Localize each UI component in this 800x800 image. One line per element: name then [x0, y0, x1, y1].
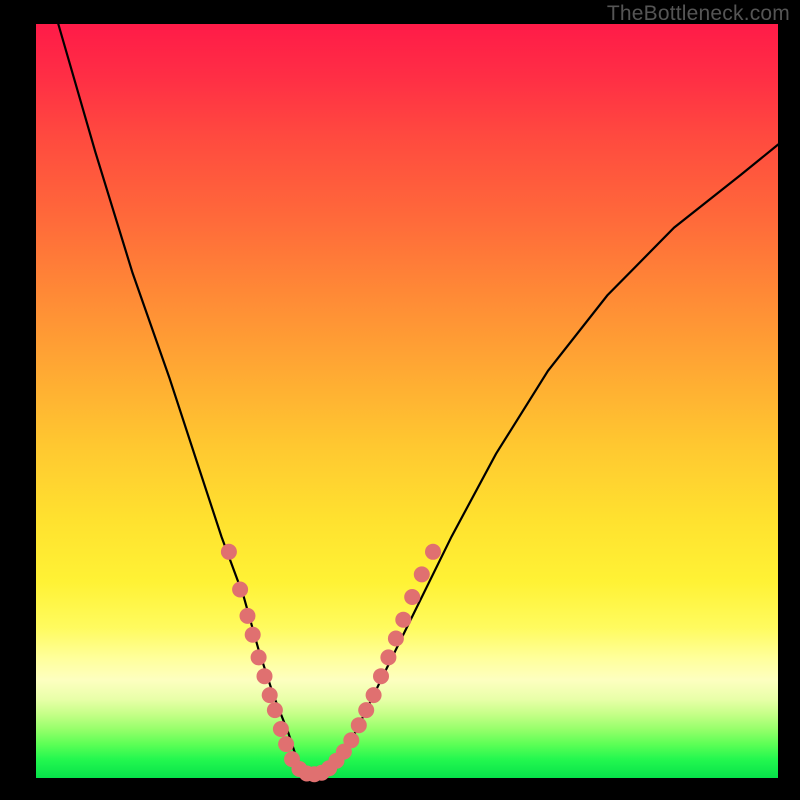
highlight-dot [414, 566, 430, 582]
plot-area [36, 24, 778, 778]
app-frame: TheBottleneck.com [0, 0, 800, 800]
highlight-dot [343, 732, 359, 748]
highlight-dot [358, 702, 374, 718]
highlight-dot [278, 736, 294, 752]
bottleneck-curve-path [58, 24, 778, 774]
highlight-dot [245, 627, 261, 643]
highlight-dot [273, 721, 289, 737]
highlight-dot [404, 589, 420, 605]
highlight-dot [257, 668, 273, 684]
highlight-dot [251, 649, 267, 665]
highlight-dot [232, 582, 248, 598]
highlight-dot [351, 717, 367, 733]
chart-svg [36, 24, 778, 778]
highlight-dots-group [221, 544, 441, 782]
highlight-dot [267, 702, 283, 718]
highlight-dot [373, 668, 389, 684]
highlight-dot [240, 608, 256, 624]
highlight-dot [262, 687, 278, 703]
highlight-dot [425, 544, 441, 560]
highlight-dot [388, 631, 404, 647]
highlight-dot [221, 544, 237, 560]
highlight-dot [380, 649, 396, 665]
highlight-dot [366, 687, 382, 703]
watermark-text: TheBottleneck.com [607, 2, 790, 26]
highlight-dot [395, 612, 411, 628]
